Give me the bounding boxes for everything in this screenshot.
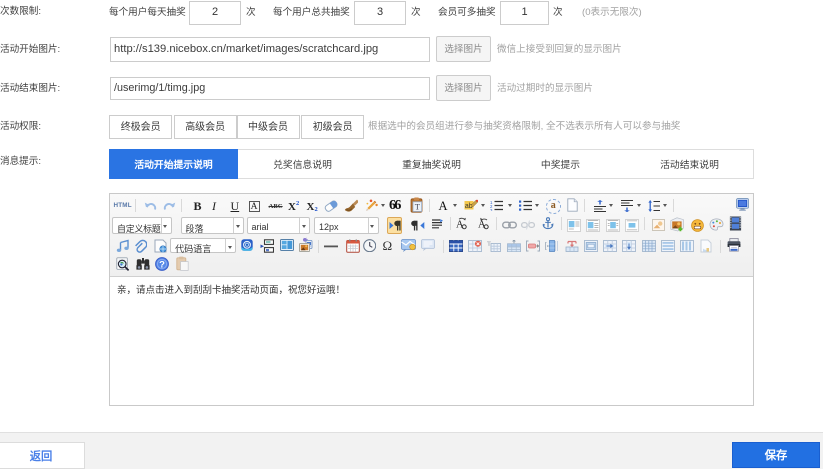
- svg-text:T: T: [414, 201, 420, 211]
- svg-text:T: T: [487, 240, 491, 247]
- svg-text:?: ?: [159, 259, 165, 270]
- svg-text:ab: ab: [464, 203, 472, 210]
- svg-text:3: 3: [490, 208, 493, 211]
